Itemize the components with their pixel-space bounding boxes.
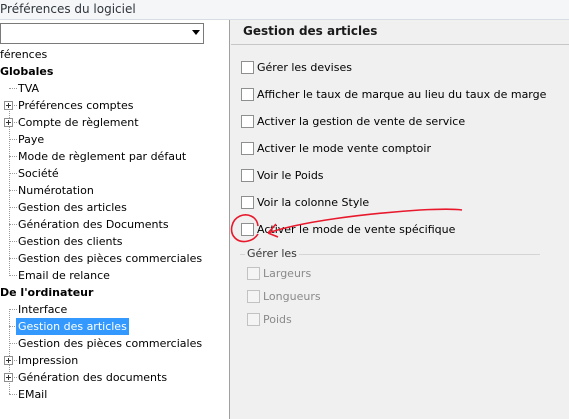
checkbox[interactable] [241, 142, 254, 155]
tree-item-label: Gestion des pièces commerciales [18, 252, 203, 265]
tree-item-label: Génération des documents [18, 371, 168, 384]
option-label: Voir la colonne Style [257, 196, 370, 209]
tree-item-label: EMail [18, 388, 48, 401]
tree-item-label: Mode de règlement par défaut [18, 150, 187, 163]
tree-connector [9, 309, 17, 310]
checkbox[interactable] [241, 115, 254, 128]
panel-title: Gestion des articles [243, 24, 378, 38]
tree-item-label: Génération des Documents [18, 218, 169, 231]
option-label: Activer la gestion de vente de service [257, 115, 466, 128]
tree-group-globales[interactable]: Globales [0, 63, 229, 80]
tree-item-generation-documents-ordinateur[interactable]: Génération des documents [0, 369, 229, 386]
tree-connector [9, 224, 17, 225]
tree-item-interface[interactable]: Interface [0, 301, 229, 318]
tree-item-gestion-pieces-ordinateur[interactable]: Gestion des pièces commerciales [0, 335, 229, 352]
tree-connector [14, 105, 17, 106]
option-label: Afficher le taux de marque au lieu du ta… [257, 88, 547, 101]
checkbox[interactable] [247, 313, 260, 326]
tree-connector [14, 377, 17, 378]
option-label: Poids [263, 313, 292, 326]
tree-connector [14, 122, 17, 123]
option-label: Gérer les devises [257, 61, 352, 74]
expand-icon[interactable] [4, 373, 13, 382]
tree-item-label: Numérotation [18, 184, 94, 197]
checkbox[interactable] [241, 88, 254, 101]
expand-icon[interactable] [4, 356, 13, 365]
tree-connector [9, 139, 17, 140]
tree-item-label: férences [0, 48, 48, 61]
tree-item-gestion-pieces-globales[interactable]: Gestion des pièces commerciales [0, 250, 229, 267]
tree-connector [9, 241, 17, 242]
option-label: Longueurs [263, 290, 321, 303]
panel-header: Gestion des articles [231, 20, 569, 45]
tree-item-compte-reglement[interactable]: Compte de règlement [0, 114, 229, 131]
tree-item-label: Gestion des clients [18, 235, 123, 248]
tree-item-root[interactable]: férences [0, 46, 229, 63]
option-label: Activer le mode vente comptoir [257, 142, 431, 155]
tree-item-gestion-clients[interactable]: Gestion des clients [0, 233, 229, 250]
tree-connector [9, 258, 17, 259]
tree-item-label: Paye [18, 133, 45, 146]
tree-item-tva[interactable]: TVA [0, 80, 229, 97]
tree-item-label-selected: Gestion des articles [16, 318, 129, 335]
tree-item-label: TVA [18, 82, 40, 95]
checkbox[interactable] [247, 267, 260, 280]
window-title: Préférences du logiciel [0, 0, 569, 20]
tree-item-label: Interface [18, 303, 68, 316]
tree-item-impression[interactable]: Impression [0, 352, 229, 369]
checkbox[interactable] [241, 61, 254, 74]
chevron-down-icon[interactable] [192, 30, 200, 35]
tree-group-label: De l'ordinateur [0, 286, 94, 299]
tree-item-label: Société [18, 167, 59, 180]
tree-item-preferences-comptes[interactable]: Préférences comptes [0, 97, 229, 114]
tree-connector [9, 207, 17, 208]
tree-item-generation-documents-globales[interactable]: Génération des Documents [0, 216, 229, 233]
tree-item-paye[interactable]: Paye [0, 131, 229, 148]
tree-item-label: Impression [18, 354, 79, 367]
gerer-les-group: Gérer les Largeurs Longueurs Poids [240, 247, 540, 334]
checkbox[interactable] [247, 290, 260, 303]
tree-connector [9, 88, 17, 89]
tree-group-ordinateur[interactable]: De l'ordinateur [0, 284, 229, 301]
tree-item-gestion-articles-globales[interactable]: Gestion des articles [0, 199, 229, 216]
tree-item-label: Gestion des pièces commerciales [18, 337, 203, 350]
tree-connector [9, 156, 17, 157]
category-dropdown[interactable] [0, 23, 204, 44]
tree-group-label: Globales [0, 65, 54, 78]
tree-item-email[interactable]: EMail [0, 386, 229, 403]
tree-connector [14, 360, 17, 361]
tree-item-label: Email de relance [18, 269, 110, 282]
expand-icon[interactable] [4, 118, 13, 127]
group-legend: Gérer les [245, 247, 299, 260]
tree-item-label: Compte de règlement [18, 116, 139, 129]
option-label: Voir le Poids [257, 169, 324, 182]
tree-item-societe[interactable]: Société [0, 165, 229, 182]
option-label: Activer le mode de vente spécifique [257, 223, 456, 236]
tree-connector [9, 173, 17, 174]
option-label: Largeurs [263, 267, 312, 280]
tree-connector [9, 275, 17, 276]
tree-item-label: Gestion des articles [18, 201, 127, 214]
tree-connector [9, 343, 17, 344]
checkbox[interactable] [241, 196, 254, 209]
tree-item-numerotation[interactable]: Numérotation [0, 182, 229, 199]
tree-connector [9, 190, 17, 191]
tree-item-email-relance[interactable]: Email de relance [0, 267, 229, 284]
settings-panel: Gestion des articles Gérer les devises A… [231, 20, 569, 419]
tree-connector [9, 394, 17, 395]
expand-icon[interactable] [4, 101, 13, 110]
navigation-pane: férences Globales TVA Préférences compte… [0, 20, 230, 419]
tree-item-label: Préférences comptes [18, 99, 134, 112]
checkbox[interactable] [241, 223, 254, 236]
checkbox[interactable] [241, 169, 254, 182]
tree-item-mode-reglement[interactable]: Mode de règlement par défaut [0, 148, 229, 165]
tree-item-gestion-articles-ordinateur[interactable]: Gestion des articles [0, 318, 229, 335]
